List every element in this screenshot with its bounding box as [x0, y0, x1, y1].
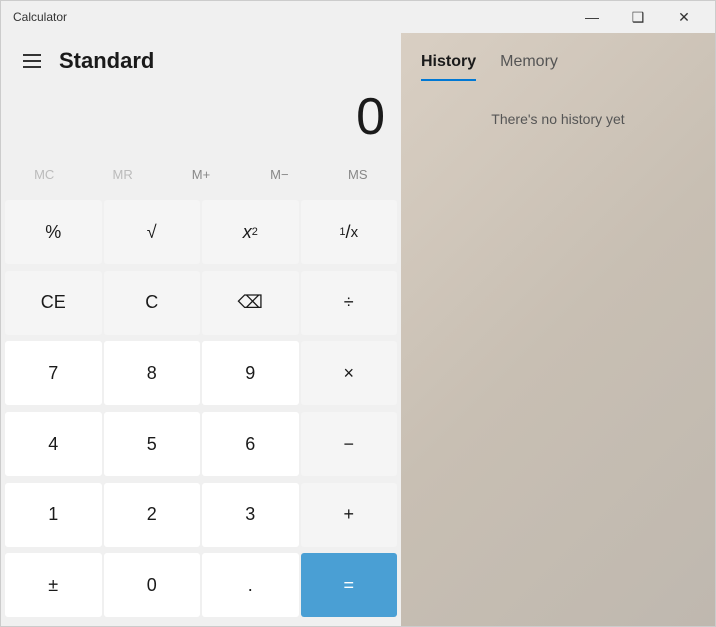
divide-button[interactable]: ÷ [301, 271, 398, 335]
maximize-button[interactable]: ❑ [615, 1, 661, 33]
history-content: There's no history yet [401, 81, 715, 626]
display-value: 0 [17, 89, 385, 146]
calc-display: 0 [1, 89, 401, 154]
title-bar: Calculator — ❑ ✕ [1, 1, 715, 33]
8-button[interactable]: 8 [104, 341, 201, 405]
hamburger-line-2 [23, 60, 41, 62]
add-button[interactable]: + [301, 483, 398, 547]
title-bar-left: Calculator [13, 10, 67, 24]
sqrt-button[interactable]: √ [104, 200, 201, 264]
6-button[interactable]: 6 [202, 412, 299, 476]
1-button[interactable]: 1 [5, 483, 102, 547]
mr-button[interactable]: MR [83, 154, 161, 194]
tab-memory[interactable]: Memory [500, 53, 558, 81]
3-button[interactable]: 3 [202, 483, 299, 547]
hamburger-line-1 [23, 54, 41, 56]
button-grid: % √ x2 1/x CE C ⌫ ÷ 7 8 9 × 4 5 6 − [1, 198, 401, 626]
9-button[interactable]: 9 [202, 341, 299, 405]
4-button[interactable]: 4 [5, 412, 102, 476]
5-button[interactable]: 5 [104, 412, 201, 476]
ce-button[interactable]: CE [5, 271, 102, 335]
close-button[interactable]: ✕ [661, 1, 707, 33]
hamburger-menu[interactable] [17, 48, 47, 74]
decimal-button[interactable]: . [202, 553, 299, 617]
percent-button[interactable]: % [5, 200, 102, 264]
7-button[interactable]: 7 [5, 341, 102, 405]
main-content: Standard 0 MC MR M+ M− MS % √ x2 1/x [1, 33, 715, 626]
calculator-panel: Standard 0 MC MR M+ M− MS % √ x2 1/x [1, 33, 401, 626]
reciprocal-button[interactable]: 1/x [301, 200, 398, 264]
no-history-message: There's no history yet [491, 111, 624, 127]
history-panel: History Memory There's no history yet [401, 33, 715, 626]
mminus-button[interactable]: M− [240, 154, 318, 194]
clear-button[interactable]: C [104, 271, 201, 335]
title-bar-controls: — ❑ ✕ [569, 1, 707, 33]
calc-header: Standard [1, 33, 401, 89]
square-button[interactable]: x2 [202, 200, 299, 264]
multiply-button[interactable]: × [301, 341, 398, 405]
hamburger-line-3 [23, 66, 41, 68]
backspace-button[interactable]: ⌫ [202, 271, 299, 335]
memory-row: MC MR M+ M− MS [1, 154, 401, 194]
2-button[interactable]: 2 [104, 483, 201, 547]
window-title: Calculator [13, 10, 67, 24]
equals-button[interactable]: = [301, 553, 398, 617]
calculator-window: Calculator — ❑ ✕ Standard 0 [0, 0, 716, 627]
0-button[interactable]: 0 [104, 553, 201, 617]
mplus-button[interactable]: M+ [162, 154, 240, 194]
calculator-mode-title: Standard [59, 48, 154, 74]
subtract-button[interactable]: − [301, 412, 398, 476]
history-tabs: History Memory [401, 33, 715, 81]
mc-button[interactable]: MC [5, 154, 83, 194]
tab-history[interactable]: History [421, 53, 476, 81]
negate-button[interactable]: ± [5, 553, 102, 617]
ms-button[interactable]: MS [319, 154, 397, 194]
minimize-button[interactable]: — [569, 1, 615, 33]
